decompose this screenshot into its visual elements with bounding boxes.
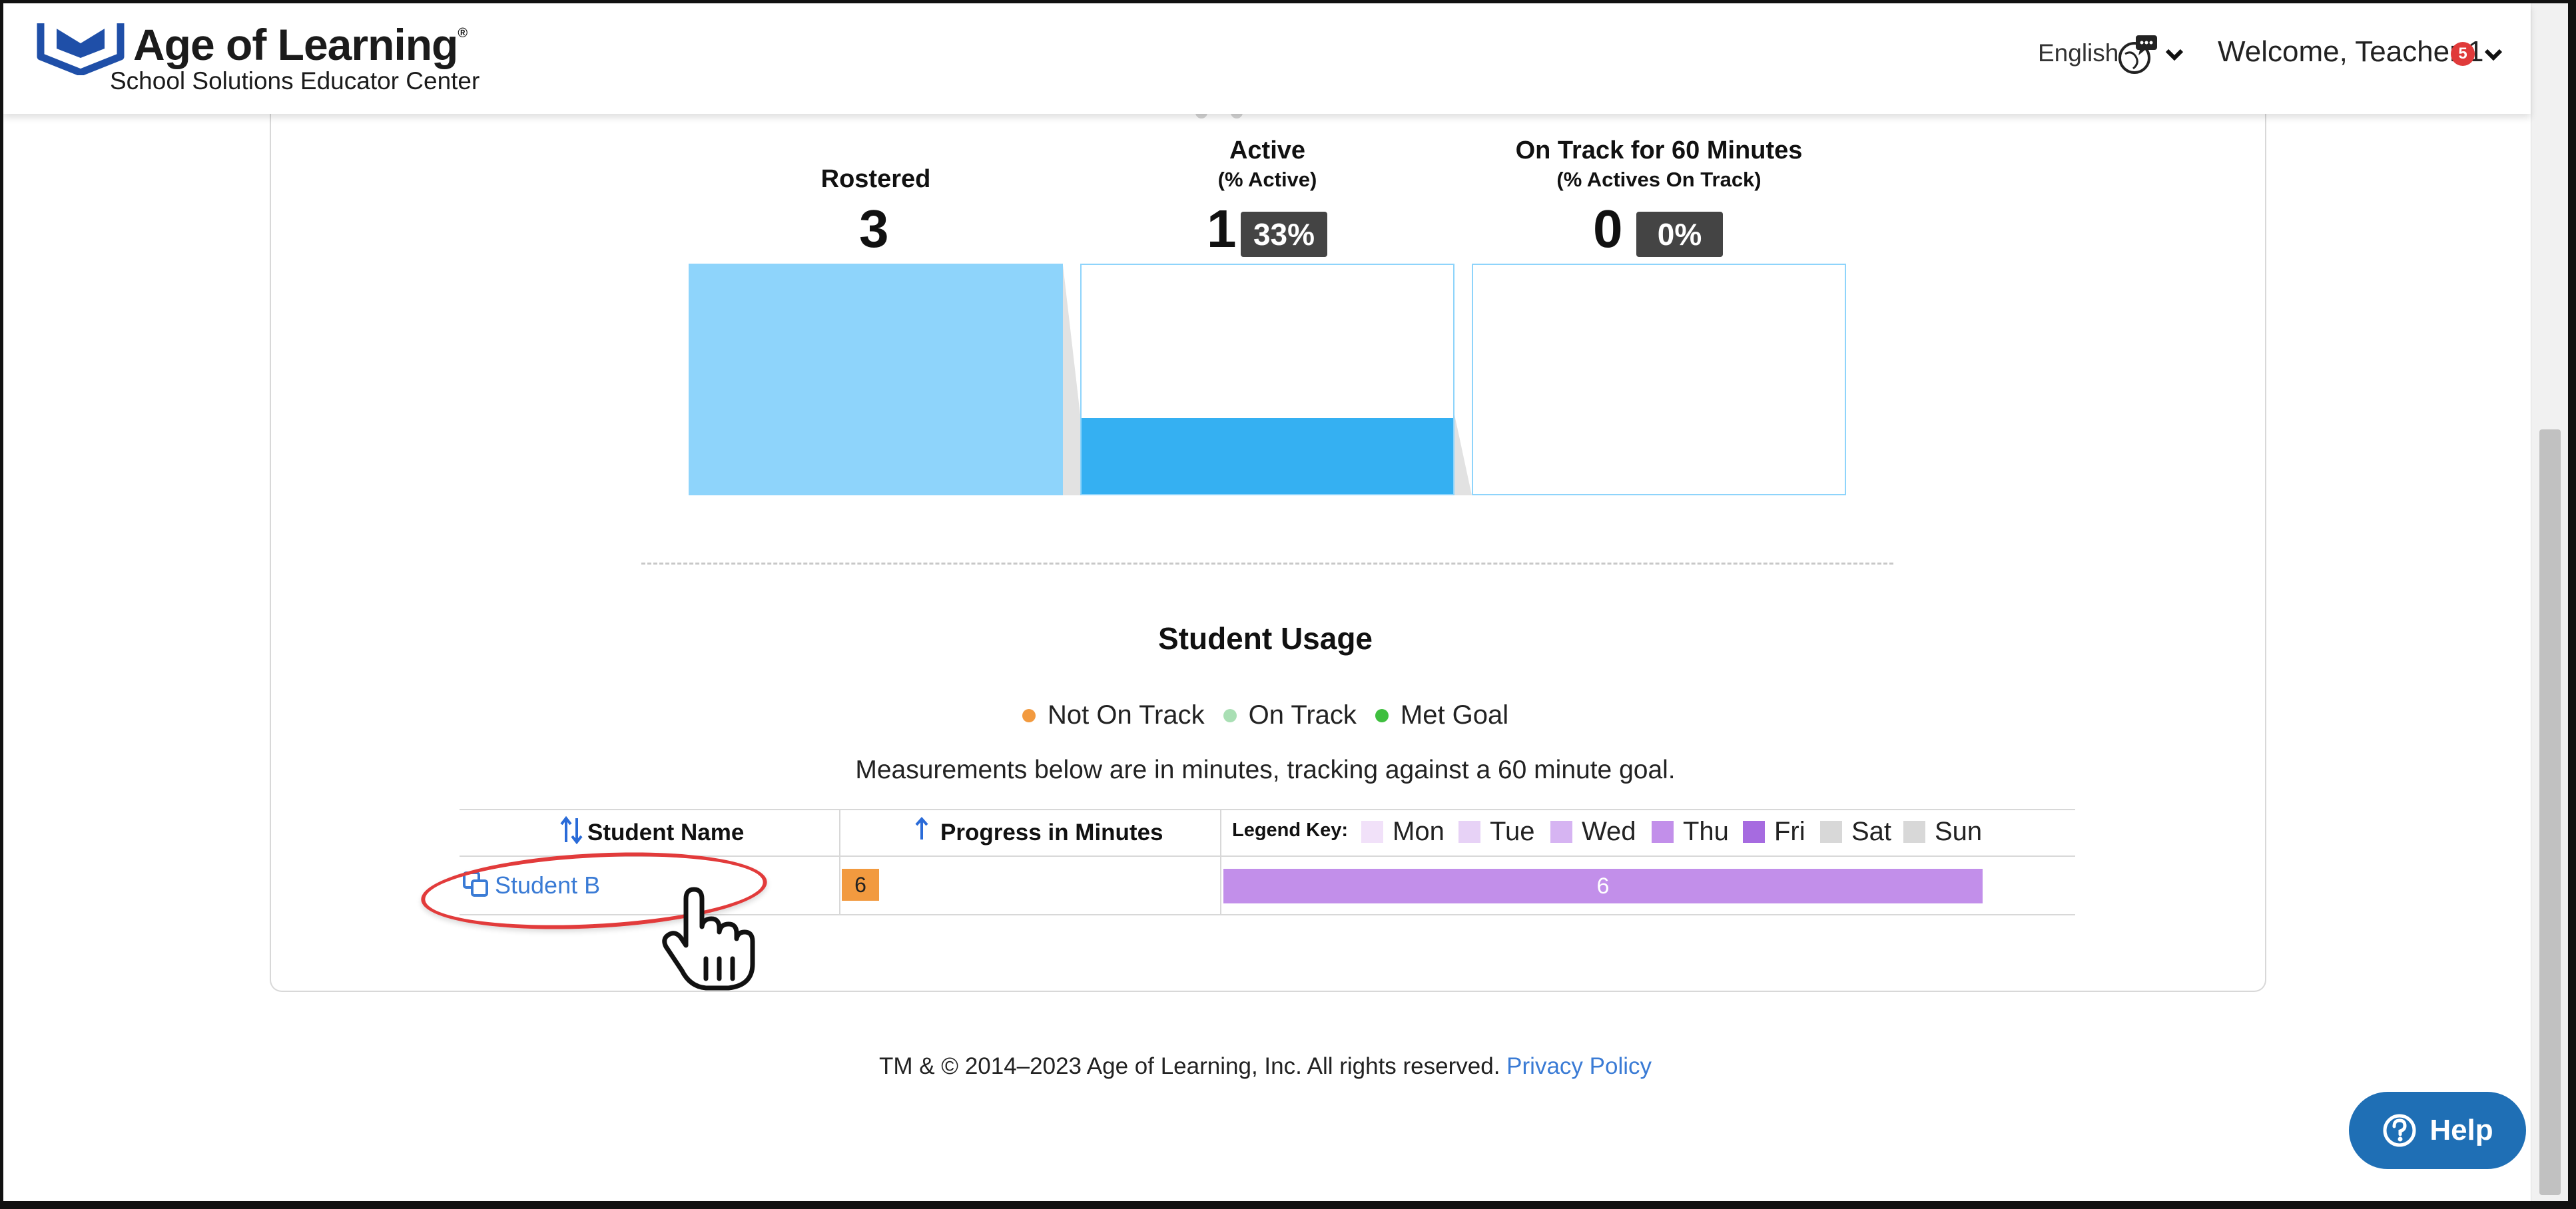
privacy-policy-link[interactable]: Privacy Policy <box>1506 1053 1652 1079</box>
day-swatch <box>1820 821 1842 843</box>
top-header: Age of Learning® School Solutions Educat… <box>3 3 2531 114</box>
day-label: Tue <box>1490 817 1535 846</box>
day-label: Sun <box>1935 817 1983 846</box>
day-legend-item: Wed <box>1550 817 1636 847</box>
on-track-subtitle: (% Actives On Track) <box>1556 168 1762 191</box>
day-swatch <box>1903 821 1925 843</box>
on-track-title: On Track for 60 Minutes <box>1515 136 1803 164</box>
section-divider <box>641 563 1893 565</box>
sort-up-icon[interactable] <box>914 817 930 841</box>
status-dot-icon <box>1375 708 1389 722</box>
on-track-percent-badge: 0% <box>1636 212 1723 257</box>
language-globe-icon[interactable] <box>2116 33 2160 77</box>
active-count: 1 <box>1207 199 1237 258</box>
day-swatch <box>1550 821 1572 843</box>
on-track-box <box>1472 264 1846 495</box>
language-label[interactable]: English <box>2038 39 2118 67</box>
progress-minutes-header[interactable]: Progress in Minutes <box>940 820 1163 846</box>
day-swatch <box>1652 821 1674 843</box>
language-chevron-down-icon[interactable] <box>2163 43 2186 66</box>
status-legend-item: Not On Track <box>1022 700 1205 730</box>
scrollbar-thumb[interactable] <box>2539 429 2561 1195</box>
legend-key-label: Legend Key: <box>1232 820 1349 841</box>
sort-both-icon[interactable] <box>559 816 583 845</box>
day-label: Wed <box>1582 817 1636 846</box>
day-label: Sat <box>1851 817 1892 846</box>
rostered-box <box>689 264 1063 495</box>
on-track-count: 0 <box>1593 199 1623 258</box>
status-legend-label: On Track <box>1248 700 1357 730</box>
help-label: Help <box>2429 1114 2493 1146</box>
question-circle-icon <box>2383 1114 2416 1147</box>
student-usage-title: Student Usage <box>1157 621 1373 656</box>
active-title: Active <box>1229 136 1306 164</box>
status-dot-icon <box>1022 708 1036 722</box>
status-legend-label: Met Goal <box>1400 700 1509 730</box>
active-percent-badge: 33% <box>1241 212 1327 257</box>
day-label: Mon <box>1393 817 1445 846</box>
notification-badge[interactable]: 5 <box>2451 42 2475 66</box>
progress-minutes-badge: 6 <box>842 869 879 901</box>
help-button[interactable]: Help <box>2349 1092 2526 1169</box>
status-legend-item: Met Goal <box>1375 700 1508 730</box>
day-legend-item: Thu <box>1652 817 1729 847</box>
copyright-text: TM & © 2014–2023 Age of Learning, Inc. A… <box>878 1053 1500 1079</box>
active-subtitle: (% Active) <box>1217 168 1317 191</box>
student-name-header[interactable]: Student Name <box>587 820 744 846</box>
rostered-count: 3 <box>859 199 889 258</box>
day-swatch <box>1361 821 1383 843</box>
pointer-hand-icon <box>662 887 755 991</box>
column-divider <box>1220 810 1221 915</box>
measurement-note: Measurements below are in minutes, track… <box>855 756 1676 784</box>
active-fill-bar <box>1082 418 1453 494</box>
page-footer: TM & © 2014–2023 Age of Learning, Inc. A… <box>0 1053 2531 1080</box>
day-legend-item: Sat <box>1820 817 1891 847</box>
status-legend: Not On Track On Track Met Goal <box>1022 700 1527 730</box>
brand-subtitle: School Solutions Educator Center <box>110 67 480 95</box>
day-legend-item: Mon <box>1361 817 1445 847</box>
day-label: Fri <box>1774 817 1805 846</box>
page-scrollbar[interactable] <box>2531 3 2568 1201</box>
day-legend-item: Fri <box>1743 817 1805 847</box>
day-legend-item: Sun <box>1903 817 1982 847</box>
rostered-title: Rostered <box>820 165 931 193</box>
daily-usage-bar-thu[interactable]: 6 <box>1223 869 1983 903</box>
day-label: Thu <box>1683 817 1729 846</box>
welcome-user-menu[interactable]: Welcome, Teacher 1 <box>2218 35 2483 69</box>
day-swatch <box>1743 821 1765 843</box>
brand-title[interactable]: Age of Learning® <box>133 19 468 70</box>
status-legend-item: On Track <box>1223 700 1357 730</box>
column-divider <box>839 810 840 915</box>
active-box <box>1080 264 1454 495</box>
status-legend-label: Not On Track <box>1048 700 1205 730</box>
user-chevron-down-icon[interactable] <box>2482 43 2505 66</box>
day-legend-item: Tue <box>1458 817 1534 847</box>
day-swatch <box>1458 821 1480 843</box>
status-dot-icon <box>1223 708 1237 722</box>
